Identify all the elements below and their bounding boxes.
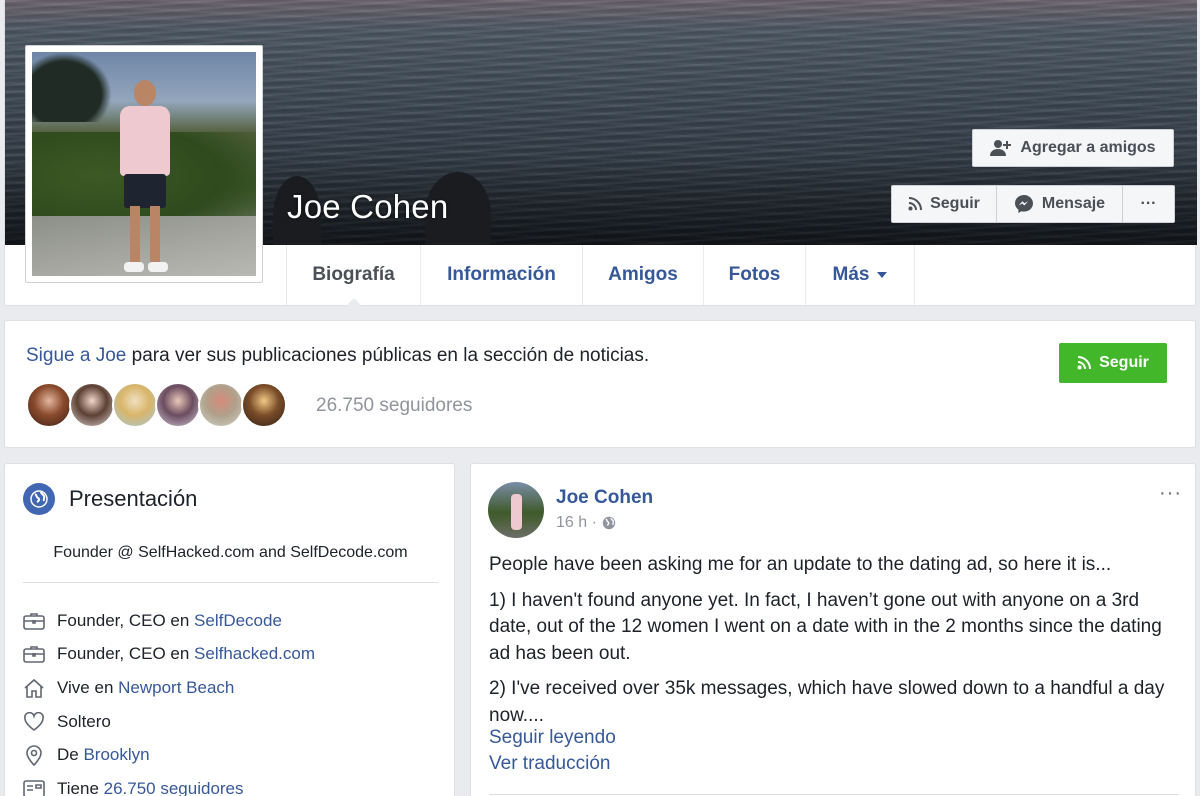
follower-count: 26.750 seguidores — [316, 395, 473, 416]
follow-prompt-card: Sigue a Joe para ver sus publicaciones p… — [4, 320, 1196, 448]
home-icon — [21, 675, 47, 701]
more-options-button[interactable]: ··· — [1123, 186, 1174, 222]
profile-person — [110, 80, 180, 276]
add-friend-button[interactable]: Agregar a amigos — [972, 129, 1174, 167]
follower-avatar[interactable] — [241, 382, 287, 428]
read-more-link[interactable]: Seguir leyendo — [489, 727, 616, 749]
tab-more[interactable]: Más — [805, 245, 915, 305]
rss-icon — [1077, 356, 1092, 370]
rss-icon — [908, 197, 923, 211]
post-author-name[interactable]: Joe Cohen — [556, 487, 653, 509]
messenger-icon — [1014, 195, 1033, 213]
intro-item-relationship: Soltero — [21, 705, 315, 739]
intro-link-followers[interactable]: 26.750 seguidores — [104, 779, 244, 796]
post-paragraph: 2) I've received over 35k messages, whic… — [489, 678, 1165, 726]
tab-about[interactable]: Información — [420, 245, 582, 305]
intro-card: Presentación Founder @ SelfHacked.com an… — [4, 463, 455, 796]
more-dots-icon: ··· — [1140, 195, 1157, 212]
profile-name[interactable]: Joe Cohen — [287, 188, 448, 226]
tab-photos[interactable]: Fotos — [703, 245, 805, 305]
intro-link-selfhacked[interactable]: Selfhacked.com — [194, 644, 315, 663]
follow-prompt-text: Sigue a Joe para ver sus publicaciones p… — [26, 345, 650, 366]
divider — [489, 794, 1179, 795]
intro-link-brooklyn[interactable]: Brooklyn — [83, 745, 149, 764]
post-card: Joe Cohen 16 h · ··· People have been as… — [470, 463, 1196, 796]
post-paragraph: 1) I haven't found anyone yet. In fact, … — [489, 589, 1162, 664]
briefcase-icon — [21, 641, 47, 667]
follow-link[interactable]: Sigue a Joe — [26, 345, 126, 366]
post-meta: 16 h · — [556, 514, 616, 532]
follower-avatar[interactable] — [69, 382, 115, 428]
intro-item-work: Founder, CEO en Selfhacked.com — [21, 638, 315, 672]
follow-green-button[interactable]: Seguir — [1059, 343, 1167, 383]
divider — [23, 582, 438, 583]
intro-title: Presentación — [69, 486, 198, 511]
profile-tabs: Biografía Información Amigos Fotos Más — [286, 245, 915, 306]
follower-avatar[interactable] — [155, 382, 201, 428]
post-author-avatar[interactable] — [488, 482, 544, 538]
intro-item-hometown: De Brooklyn — [21, 738, 315, 772]
globe-icon — [23, 483, 55, 515]
profile-header: Joe Cohen Agregar a amigos Seguir Mensaj… — [4, 0, 1197, 306]
caret-down-icon — [877, 272, 888, 278]
follower-avatar[interactable] — [26, 382, 72, 428]
intro-link-newport[interactable]: Newport Beach — [118, 678, 234, 697]
post-paragraph: People have been asking me for an update… — [489, 554, 1112, 575]
tab-friends[interactable]: Amigos — [582, 245, 703, 305]
follower-avatars — [26, 382, 287, 428]
profile-action-group: Seguir Mensaje ··· — [891, 185, 1175, 223]
see-translation-link[interactable]: Ver traducción — [489, 753, 610, 775]
location-pin-icon — [21, 742, 47, 768]
post-body: People have been asking me for an update… — [489, 552, 1179, 738]
message-button[interactable]: Mensaje — [997, 186, 1123, 222]
follow-button[interactable]: Seguir — [892, 186, 997, 222]
followers-icon — [21, 776, 47, 796]
briefcase-icon — [21, 608, 47, 634]
intro-list: Founder, CEO en SelfDecode Founder, CEO … — [21, 604, 315, 796]
intro-item-work: Founder, CEO en SelfDecode — [21, 604, 315, 638]
profile-picture[interactable] — [25, 45, 263, 283]
heart-icon — [21, 709, 47, 735]
intro-bio: Founder @ SelfHacked.com and SelfDecode.… — [53, 544, 408, 561]
post-options-icon[interactable]: ··· — [1159, 482, 1182, 505]
intro-item-location: Vive en Newport Beach — [21, 671, 315, 705]
globe-icon — [602, 516, 616, 530]
intro-link-selfdecode[interactable]: SelfDecode — [194, 611, 282, 630]
tab-timeline[interactable]: Biografía — [286, 245, 420, 306]
add-friend-icon — [990, 140, 1012, 156]
intro-item-followers: Tiene 26.750 seguidores — [21, 772, 315, 796]
follower-avatar[interactable] — [198, 382, 244, 428]
follower-avatar[interactable] — [112, 382, 158, 428]
post-timestamp[interactable]: 16 h · — [556, 514, 597, 532]
